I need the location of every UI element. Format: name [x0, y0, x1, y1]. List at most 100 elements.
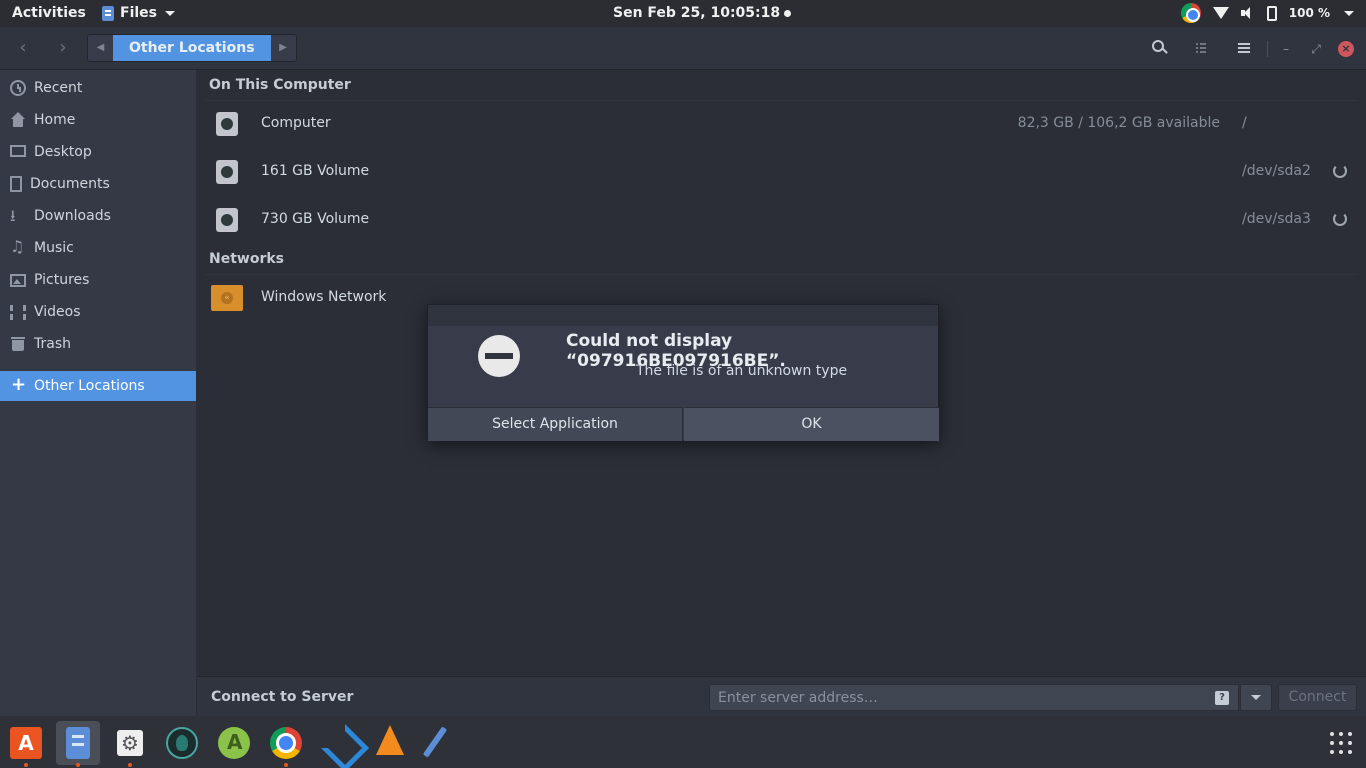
sidebar-item-label: Other Locations: [34, 378, 145, 394]
connect-label: Connect to Server: [211, 689, 354, 705]
drive-icon: [216, 160, 238, 184]
sidebar-item-documents[interactable]: Documents: [0, 169, 196, 199]
path-left-arrow-icon[interactable]: ◀: [88, 35, 113, 61]
drive-icon: [216, 112, 238, 136]
sidebar-item-label: Trash: [34, 336, 71, 352]
chrome-tray-icon[interactable]: [1180, 3, 1201, 23]
device-row-730gb[interactable]: 730 GB Volume /dev/sda3: [197, 196, 1366, 244]
running-indicator: [284, 763, 288, 767]
ubuntu-software-icon: A: [10, 727, 42, 759]
plus-icon: [10, 374, 26, 395]
android-studio-icon: [218, 727, 250, 759]
home-icon: [10, 112, 26, 128]
device-path: /: [1242, 115, 1247, 131]
app-menu-label: Files: [120, 5, 157, 21]
system-tray[interactable]: 100 %: [1180, 3, 1354, 23]
path-current-location[interactable]: Other Locations: [113, 35, 271, 61]
dock: A ⚙: [0, 716, 1366, 768]
sidebar-item-label: Recent: [34, 80, 83, 96]
path-right-arrow-icon[interactable]: ▶: [271, 35, 296, 61]
trash-icon: [10, 336, 26, 352]
menu-icon[interactable]: [1234, 39, 1254, 59]
error-icon: [478, 335, 520, 377]
vscode-icon: [324, 727, 356, 759]
sidebar-item-music[interactable]: Music: [0, 233, 196, 263]
sidebar-item-label: Home: [34, 112, 76, 128]
recent-servers-dropdown[interactable]: [1240, 684, 1272, 711]
device-path: /dev/sda2: [1242, 163, 1311, 179]
dialog-titlebar[interactable]: [428, 305, 938, 326]
battery-icon: [1266, 5, 1277, 21]
connect-to-server-bar: Connect to Server ? Connect: [197, 676, 1366, 716]
system-menu-chevron-icon[interactable]: [1344, 10, 1354, 16]
network-folder-icon: [211, 285, 243, 311]
dock-vlc[interactable]: [368, 721, 412, 765]
search-icon[interactable]: [1150, 39, 1170, 59]
dock-gitkraken[interactable]: [160, 721, 204, 765]
dock-chrome[interactable]: [264, 721, 308, 767]
header-bar: ‹ › ◀ Other Locations ▶ – ⤢ ×: [0, 27, 1366, 70]
sidebar-item-label: Pictures: [34, 272, 90, 288]
clock-icon: [10, 80, 26, 96]
files-icon: [102, 5, 114, 21]
sidebar-item-label: Documents: [30, 176, 110, 192]
sidebar-item-label: Desktop: [34, 144, 92, 160]
dialog-message: The file is of an unknown type: [636, 363, 848, 379]
dock-ubuntu-software[interactable]: A: [4, 721, 48, 767]
dock-settings[interactable]: ⚙: [108, 721, 152, 767]
chevron-down-icon: [165, 10, 175, 16]
device-row-161gb[interactable]: 161 GB Volume /dev/sda2: [197, 148, 1366, 196]
desktop-icon: [10, 145, 26, 157]
sidebar-item-pictures[interactable]: Pictures: [0, 265, 196, 295]
device-name: 730 GB Volume: [261, 211, 370, 227]
activities-button[interactable]: Activities: [12, 5, 86, 21]
dock-files[interactable]: [56, 721, 100, 767]
ok-button[interactable]: OK: [684, 407, 939, 441]
back-button[interactable]: ‹: [11, 37, 35, 61]
list-view-icon[interactable]: [1192, 39, 1212, 59]
files-icon: [66, 727, 90, 759]
settings-icon: ⚙: [117, 730, 143, 756]
gitkraken-icon: [166, 727, 198, 759]
show-applications-icon[interactable]: [1328, 730, 1354, 756]
dock-android-studio[interactable]: [212, 721, 256, 765]
sidebar-item-trash[interactable]: Trash: [0, 329, 196, 359]
device-name: 161 GB Volume: [261, 163, 370, 179]
error-dialog: Could not display “097916BE097916BE”. Th…: [427, 304, 939, 441]
sidebar-item-other-locations[interactable]: Other Locations: [0, 371, 196, 401]
header-separator: [1267, 41, 1268, 57]
device-space-info: 82,3 GB / 106,2 GB available: [1017, 115, 1220, 131]
device-row-computer[interactable]: Computer 82,3 GB / 106,2 GB available /: [197, 100, 1366, 148]
server-address-input[interactable]: [709, 684, 1239, 711]
sidebar-item-desktop[interactable]: Desktop: [0, 137, 196, 167]
mount-icon[interactable]: [1333, 212, 1347, 226]
volume-icon: [1240, 7, 1255, 19]
help-icon[interactable]: ?: [1215, 691, 1229, 705]
sidebar-item-videos[interactable]: Videos: [0, 297, 196, 327]
dock-color-picker[interactable]: [420, 721, 464, 765]
network-name: Windows Network: [261, 289, 387, 305]
sidebar-item-recent[interactable]: Recent: [0, 73, 196, 103]
mount-icon[interactable]: [1333, 164, 1347, 178]
maximize-icon[interactable]: ⤢: [1308, 41, 1324, 57]
select-application-button[interactable]: Select Application: [428, 407, 683, 441]
dock-vscode[interactable]: [318, 721, 362, 765]
pictures-icon: [10, 273, 26, 287]
music-icon: [10, 237, 26, 256]
sidebar-item-label: Videos: [34, 304, 81, 320]
device-name: Computer: [261, 115, 331, 131]
sidebar-item-home[interactable]: Home: [0, 105, 196, 135]
running-indicator: [76, 763, 80, 767]
clock[interactable]: Sen Feb 25, 10:05:18: [613, 5, 792, 21]
connect-button[interactable]: Connect: [1278, 684, 1357, 711]
path-bar: ◀ Other Locations ▶: [87, 34, 297, 62]
app-menu[interactable]: Files: [102, 5, 175, 21]
clock-label: Sen Feb 25, 10:05:18: [613, 5, 781, 21]
forward-button[interactable]: ›: [51, 37, 75, 61]
close-icon[interactable]: ×: [1338, 41, 1354, 57]
color-picker-icon: [422, 726, 448, 758]
minimize-icon[interactable]: –: [1278, 41, 1294, 57]
sidebar-item-downloads[interactable]: Downloads: [0, 201, 196, 232]
running-indicator: [128, 763, 132, 767]
running-indicator: [24, 763, 28, 767]
